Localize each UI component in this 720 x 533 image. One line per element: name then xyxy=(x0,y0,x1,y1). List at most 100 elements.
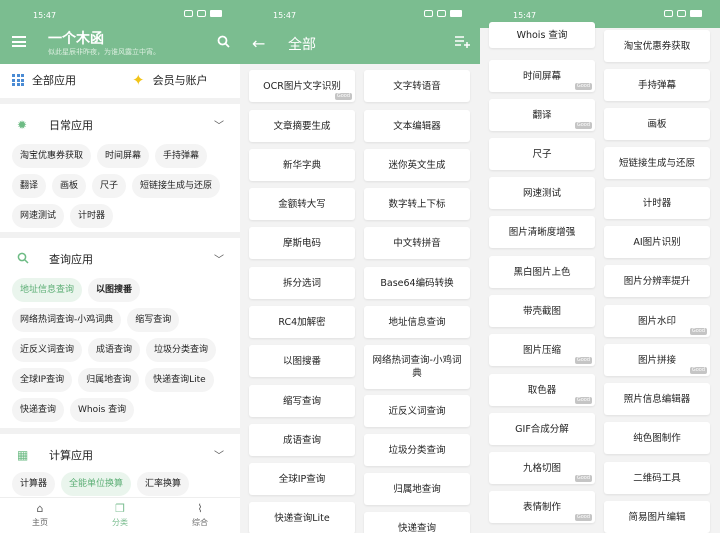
battery-icon xyxy=(690,10,702,17)
tool-tile[interactable]: 图片压缩 Good xyxy=(489,334,595,366)
chip[interactable]: 画板 xyxy=(52,174,87,198)
section-header[interactable]: 查询应用 ﹀ xyxy=(0,238,240,278)
tool-label: 成语查询 xyxy=(282,434,321,446)
chip[interactable]: 网速测试 xyxy=(12,204,65,228)
chip[interactable]: 淘宝优惠券获取 xyxy=(12,144,92,168)
chip[interactable]: 短链接生成与还原 xyxy=(132,174,221,198)
chip[interactable]: 时间屏幕 xyxy=(97,144,150,168)
chip[interactable]: 以图搜番 xyxy=(88,278,141,302)
tool-tile[interactable]: 近反义词查询 xyxy=(364,395,470,427)
tool-tile[interactable]: 图片水印 Good xyxy=(604,305,710,337)
tool-tile[interactable]: 成语查询 xyxy=(249,424,355,456)
chevron-down-icon[interactable]: ﹀ xyxy=(214,447,224,462)
tool-tile[interactable]: 地址信息查询 xyxy=(364,306,470,338)
chevron-down-icon[interactable]: ﹀ xyxy=(214,117,224,132)
tool-tile[interactable]: 文本编辑器 xyxy=(364,110,470,142)
tool-tile[interactable]: 纯色图制作 xyxy=(604,422,710,454)
chip[interactable]: 近反义词查询 xyxy=(12,338,83,362)
member-link[interactable]: ✦ 会员与账户 xyxy=(132,72,208,88)
chip[interactable]: 计算器 xyxy=(12,472,56,496)
chip[interactable]: 归属地查询 xyxy=(78,368,140,392)
tool-tile[interactable]: 取色器 Good xyxy=(489,374,595,406)
tool-label: 文字转语音 xyxy=(393,80,441,92)
tool-tile[interactable]: 简易图片编辑 xyxy=(604,501,710,533)
tool-tile[interactable]: 网速测试 xyxy=(489,177,595,209)
calculator-icon: ▦ xyxy=(17,448,29,462)
nav-category[interactable]: ❐ 分类 xyxy=(90,501,150,528)
tool-tile[interactable]: 数字转上下标 xyxy=(364,188,470,220)
chip[interactable]: 成语查询 xyxy=(88,338,141,362)
chip[interactable]: 计时器 xyxy=(70,204,114,228)
nav-general[interactable]: ⌇ 综合 xyxy=(170,501,230,528)
tool-tile[interactable]: 归属地查询 xyxy=(364,473,470,505)
tool-tile[interactable]: 黑白图片上色 xyxy=(489,256,595,288)
all-apps-link[interactable]: 全部应用 xyxy=(12,72,76,88)
tool-tile[interactable]: 新华字典 xyxy=(249,149,355,181)
tool-tile[interactable]: 摩斯电码 xyxy=(249,227,355,259)
tool-tile[interactable]: 全球IP查询 xyxy=(249,463,355,495)
tool-tile[interactable]: 照片信息编辑器 xyxy=(604,383,710,415)
tool-tile[interactable]: GIF合成分解 xyxy=(489,413,595,445)
tool-tile[interactable]: 缩写查询 xyxy=(249,385,355,417)
tool-label: 图片分辨率提升 xyxy=(623,275,691,287)
tool-tile[interactable]: 图片分辨率提升 xyxy=(604,265,710,297)
chip[interactable]: 翻译 xyxy=(12,174,47,198)
nav-home[interactable]: ⌂ 主页 xyxy=(10,501,70,528)
tool-tile[interactable]: 以图搜番 xyxy=(249,345,355,377)
tool-tile[interactable]: 文章摘要生成 xyxy=(249,110,355,142)
chip[interactable]: 全能单位换算 xyxy=(61,472,132,496)
tool-tile[interactable]: 快递查询Lite xyxy=(249,502,355,533)
chip[interactable]: 手持弹幕 xyxy=(155,144,208,168)
tool-tile[interactable]: 金额转大写 xyxy=(249,188,355,220)
tool-tile[interactable]: 手持弹幕 xyxy=(604,69,710,101)
signal-icon xyxy=(197,10,206,17)
tool-tile[interactable]: 网络热词查询-小鸡词典 xyxy=(364,345,470,389)
tool-tile[interactable]: 短链接生成与还原 xyxy=(604,147,710,179)
tool-tile[interactable]: 淘宝优惠券获取 xyxy=(604,30,710,62)
tool-tile[interactable]: 表情制作 Good xyxy=(489,491,595,523)
category-icon: ❐ xyxy=(115,502,125,515)
chip[interactable]: 网络热词查询-小鸡词典 xyxy=(12,308,122,332)
tool-tile[interactable]: 尺子 xyxy=(489,138,595,170)
tool-tile[interactable]: Base64编码转换 xyxy=(364,267,470,299)
tool-tile[interactable]: 拆分选词 xyxy=(249,267,355,299)
chip[interactable]: 缩写查询 xyxy=(127,308,180,332)
back-arrow-icon[interactable]: ← xyxy=(252,34,265,53)
search-icon[interactable] xyxy=(217,35,230,48)
menu-icon[interactable] xyxy=(12,36,26,47)
add-list-icon[interactable] xyxy=(455,35,470,48)
chip[interactable]: 快递查询Lite xyxy=(145,368,214,392)
tool-tile[interactable]: 带壳截图 xyxy=(489,295,595,327)
tool-tile[interactable]: 图片拼接 Good xyxy=(604,344,710,376)
tool-tile[interactable]: 计时器 xyxy=(604,187,710,219)
tool-tile[interactable]: AI图片识别 xyxy=(604,226,710,258)
tool-label: Base64编码转换 xyxy=(380,277,454,289)
tool-tile[interactable]: 迷你英文生成 xyxy=(364,149,470,181)
tool-tile[interactable]: 快递查询 xyxy=(364,512,470,533)
page-title: 全部 xyxy=(288,37,316,53)
tool-tile[interactable]: 画板 xyxy=(604,108,710,140)
tool-tile[interactable]: 垃圾分类查询 xyxy=(364,434,470,466)
tool-label: 图片压缩 xyxy=(522,344,561,356)
tool-tile[interactable]: 翻译 Good xyxy=(489,99,595,131)
chevron-down-icon[interactable]: ﹀ xyxy=(214,251,224,266)
section-header[interactable]: ▦ 计算应用 ﹀ xyxy=(0,434,240,474)
chip[interactable]: 快递查询 xyxy=(12,398,65,422)
tool-tile[interactable]: Whois 查询 xyxy=(489,22,595,48)
tool-tile[interactable]: 时间屏幕 Good xyxy=(489,60,595,92)
chip[interactable]: Whois 查询 xyxy=(70,398,135,422)
tool-tile[interactable]: OCR图片文字识别 Good xyxy=(249,70,355,102)
tool-tile[interactable]: RC4加解密 xyxy=(249,306,355,338)
tool-label: 垃圾分类查询 xyxy=(388,444,446,456)
chip[interactable]: 垃圾分类查询 xyxy=(146,338,217,362)
tool-tile[interactable]: 图片清晰度增强 xyxy=(489,216,595,248)
tool-tile[interactable]: 二维码工具 xyxy=(604,462,710,494)
chip[interactable]: 尺子 xyxy=(92,174,127,198)
chip[interactable]: 地址信息查询 xyxy=(12,278,83,302)
tool-tile[interactable]: 九格切图 Good xyxy=(489,452,595,484)
chip[interactable]: 全球IP查询 xyxy=(12,368,73,392)
tool-tile[interactable]: 中文转拼音 xyxy=(364,227,470,259)
tool-tile[interactable]: 文字转语音 xyxy=(364,70,470,102)
chip[interactable]: 汇率换算 xyxy=(137,472,190,496)
section-header[interactable]: ✹ 日常应用 ﹀ xyxy=(0,104,240,144)
